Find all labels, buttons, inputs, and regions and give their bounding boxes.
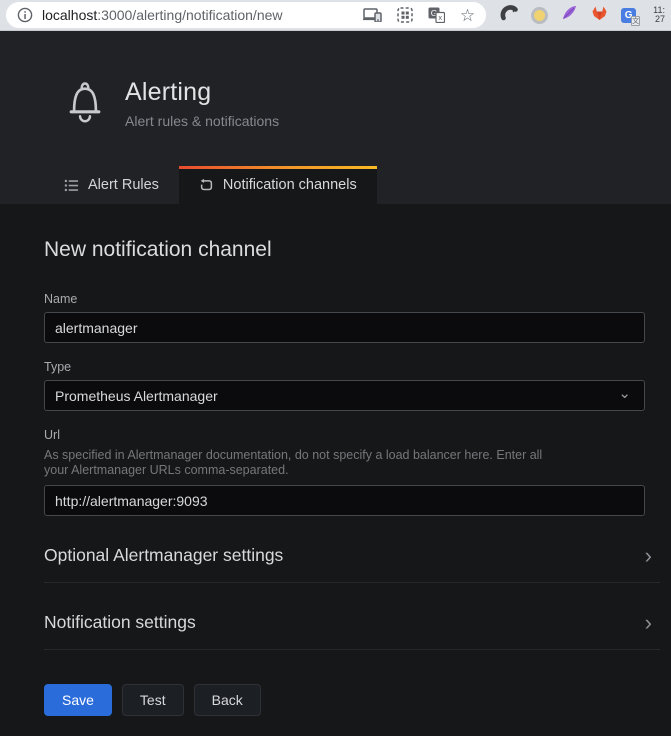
send-to-devices-icon[interactable] bbox=[363, 8, 382, 22]
page-title: New notification channel bbox=[44, 238, 671, 262]
type-select-value: Prometheus Alertmanager bbox=[55, 388, 218, 404]
name-label: Name bbox=[44, 292, 645, 306]
browser-toolbar: localhost:3000/alerting/notification/new bbox=[0, 0, 671, 31]
list-icon bbox=[64, 178, 79, 193]
extension-swoosh-icon[interactable] bbox=[500, 4, 518, 26]
url-host: localhost bbox=[42, 7, 97, 23]
site-info-icon[interactable] bbox=[17, 7, 33, 23]
action-buttons: Save Test Back bbox=[44, 684, 671, 716]
section-label: Notification settings bbox=[44, 612, 196, 633]
extension-gitlab-icon[interactable] bbox=[591, 5, 608, 26]
type-field: Type Prometheus Alertmanager ⌄ bbox=[44, 360, 645, 411]
type-label: Type bbox=[44, 360, 645, 374]
page-subheading: Alert rules & notifications bbox=[125, 113, 279, 129]
svg-text:x: x bbox=[438, 13, 442, 22]
bookmark-star-icon[interactable]: ☆ bbox=[460, 7, 475, 24]
tab-alert-rules[interactable]: Alert Rules bbox=[44, 166, 179, 204]
tab-notification-channels[interactable]: Notification channels bbox=[179, 166, 377, 204]
chevron-right-icon: › bbox=[645, 615, 652, 631]
section-notification-settings[interactable]: Notification settings › bbox=[44, 612, 660, 650]
extension-feather-icon[interactable] bbox=[561, 4, 578, 26]
save-button[interactable]: Save bbox=[44, 684, 112, 716]
extensions-area: G文 11: 27 bbox=[500, 4, 665, 26]
name-field: Name bbox=[44, 292, 645, 343]
url-label: Url bbox=[44, 428, 645, 442]
type-select[interactable]: Prometheus Alertmanager ⌄ bbox=[44, 380, 645, 411]
chevron-right-icon: › bbox=[645, 548, 652, 564]
section-label: Optional Alertmanager settings bbox=[44, 545, 283, 566]
test-button[interactable]: Test bbox=[122, 684, 184, 716]
tab-label: Alert Rules bbox=[88, 177, 159, 193]
page-header: Alerting Alert rules & notifications Ale… bbox=[0, 31, 671, 204]
back-button[interactable]: Back bbox=[194, 684, 261, 716]
url-text[interactable]: localhost:3000/alerting/notification/new bbox=[42, 7, 355, 23]
extension-circle-icon[interactable] bbox=[531, 7, 548, 24]
address-bar[interactable]: localhost:3000/alerting/notification/new bbox=[6, 2, 486, 28]
main-content: New notification channel Name Type Prome… bbox=[0, 204, 671, 736]
url-field: Url As specified in Alertmanager documen… bbox=[44, 428, 645, 516]
section-optional-alertmanager-settings[interactable]: Optional Alertmanager settings › bbox=[44, 545, 660, 583]
translate-icon[interactable]: G x bbox=[428, 7, 445, 23]
url-path: :3000/alerting/notification/new bbox=[97, 7, 282, 23]
url-help-text: As specified in Alertmanager documentati… bbox=[44, 448, 645, 478]
notification-channel-icon bbox=[199, 178, 214, 193]
name-input[interactable] bbox=[44, 312, 645, 343]
url-input[interactable] bbox=[44, 485, 645, 516]
alerting-bell-icon bbox=[66, 78, 104, 132]
tab-label: Notification channels bbox=[223, 177, 357, 193]
qr-code-icon[interactable] bbox=[397, 7, 413, 23]
system-clock: 11: 27 bbox=[653, 6, 665, 24]
tab-bar: Alert Rules Notification channels bbox=[44, 166, 377, 204]
page-heading: Alerting bbox=[125, 78, 279, 107]
extension-translate-icon[interactable]: G文 bbox=[621, 8, 636, 23]
